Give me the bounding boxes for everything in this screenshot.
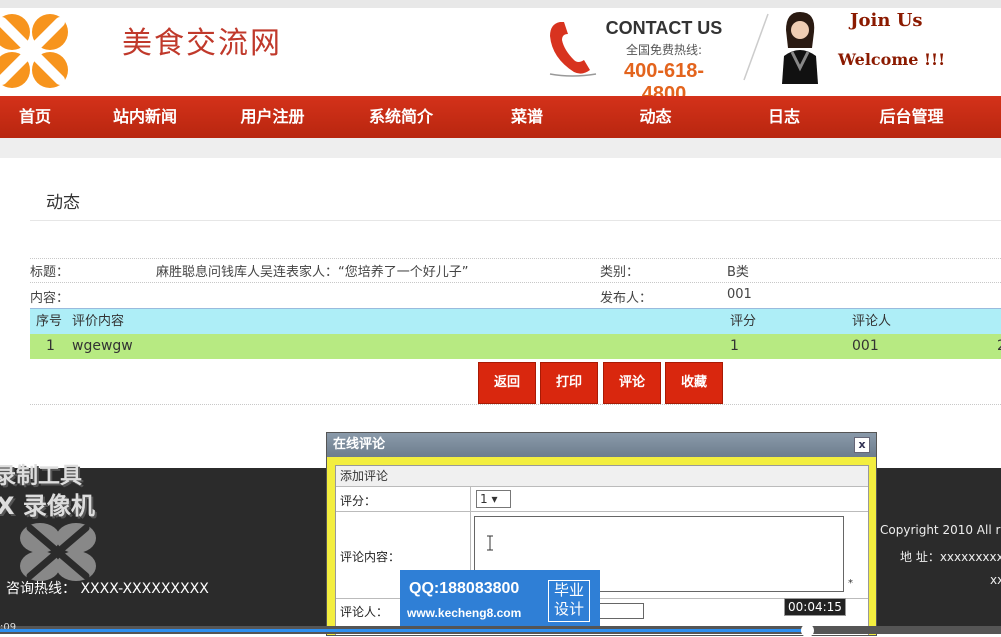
print-button[interactable]: 打印 (540, 362, 598, 404)
row-separator (470, 487, 471, 511)
comment-button[interactable]: 评论 (603, 362, 661, 404)
publisher-value: 001 (727, 287, 752, 302)
contact-heading: CONTACT US (605, 18, 723, 38)
watermark-site: www.kecheng8.com (407, 606, 522, 620)
score-select[interactable]: 1 ▾ (476, 490, 511, 508)
player-progress-bar[interactable]: :09 (0, 622, 1001, 637)
dotted-divider (30, 404, 1001, 405)
category-label: 类别： (600, 265, 640, 280)
row-extra: 2 (997, 334, 1001, 359)
publisher-label: 发布人： (600, 291, 653, 306)
nav-item-blog[interactable]: 日志 (734, 96, 834, 138)
site-logo-icon (0, 14, 68, 88)
nav-item-about[interactable]: 系统简介 (325, 96, 477, 138)
person-avatar-icon (782, 12, 818, 84)
row-content: wgewgw (72, 338, 133, 354)
hotline-caption: 全国免费热线: (625, 43, 703, 57)
footer-address: 地 址：xxxxxxxxx (900, 550, 1001, 564)
qq-number: QQ:188083800 (409, 580, 520, 597)
title-label: 标题： (30, 265, 70, 280)
join-us-text: Join Us (850, 10, 923, 31)
dotted-divider (30, 282, 1001, 283)
welcome-text: Welcome !!! (838, 50, 946, 69)
text-cursor-icon (487, 535, 493, 551)
heading-divider (30, 220, 1001, 221)
nav-item-news[interactable]: 站内新闻 (70, 96, 220, 138)
footer-logo-icon (20, 523, 96, 581)
reviewer-label: 评论人： (340, 605, 389, 619)
row-reviewer: 001 (852, 338, 879, 354)
content-label: 评论内容： (340, 550, 401, 564)
required-mark: * (848, 578, 853, 589)
col-content-header: 评价内容 (72, 314, 125, 329)
nav-item-register[interactable]: 用户注册 (220, 96, 325, 138)
nav-item-recipes[interactable]: 菜谱 (477, 96, 577, 138)
contact-block: CONTACT US 全国免费热线: 400-618-4800 (603, 18, 725, 106)
player-seek-handle[interactable] (801, 624, 814, 637)
nav-shadow-band (0, 138, 1001, 158)
header-divider-icon (743, 13, 769, 81)
row-index: 1 (46, 338, 55, 354)
back-button[interactable]: 返回 (478, 362, 536, 404)
comments-table-header: 序号 评价内容 评分 评论人 (30, 308, 1001, 334)
close-icon[interactable]: x (854, 437, 870, 453)
badge-line-2: 设计 (553, 600, 584, 618)
col-index-header: 序号 (36, 314, 63, 329)
browser-top-strip (0, 0, 1001, 8)
site-title: 美食交流网 (122, 26, 282, 61)
nav-item-admin[interactable]: 后台管理 (834, 96, 989, 138)
title-value: 麻胜聪息问钱库人吴连表家人：“您培养了一个好儿子” (156, 265, 469, 280)
score-row: 评分： 1 ▾ (336, 487, 868, 512)
player-progress-fill (0, 629, 808, 632)
graduation-badge: 毕业 设计 (548, 580, 590, 622)
category-value: B类 (727, 265, 749, 280)
col-reviewer-header: 评论人 (852, 314, 892, 329)
qq-watermark-banner: QQ:188083800 www.kecheng8.com 毕业 设计 (400, 570, 600, 628)
main-nav: 首页 站内新闻 用户注册 系统简介 菜谱 动态 日志 后台管理 (0, 96, 1001, 138)
row-score: 1 (730, 338, 739, 354)
footer-copyright: Copyright 2010 All ri (880, 523, 1001, 537)
favorite-button[interactable]: 收藏 (665, 362, 723, 404)
content-label: 内容： (30, 291, 70, 306)
page-title: 动态 (46, 193, 80, 213)
form-heading: 添加评论 (336, 466, 868, 487)
nav-item-home[interactable]: 首页 (0, 96, 70, 138)
footer-extra: xx (990, 573, 1001, 587)
badge-line-1: 毕业 (553, 581, 584, 599)
dotted-divider (30, 258, 1001, 259)
recorder-watermark-2: X 录像机 (0, 492, 95, 520)
dialog-titlebar[interactable]: 在线评论 x (327, 433, 876, 457)
nav-item-dynamics[interactable]: 动态 (577, 96, 734, 138)
player-timestamp: 00:04:15 (784, 598, 846, 616)
table-row: 1 wgewgw 1 001 2 (30, 334, 1001, 359)
dialog-title: 在线评论 (333, 437, 386, 452)
score-label: 评分： (340, 494, 377, 508)
footer-hotline: 咨询热线： XXXX-XXXXXXXXX (6, 581, 209, 597)
col-score-header: 评分 (730, 314, 757, 329)
phone-icon (549, 22, 597, 77)
